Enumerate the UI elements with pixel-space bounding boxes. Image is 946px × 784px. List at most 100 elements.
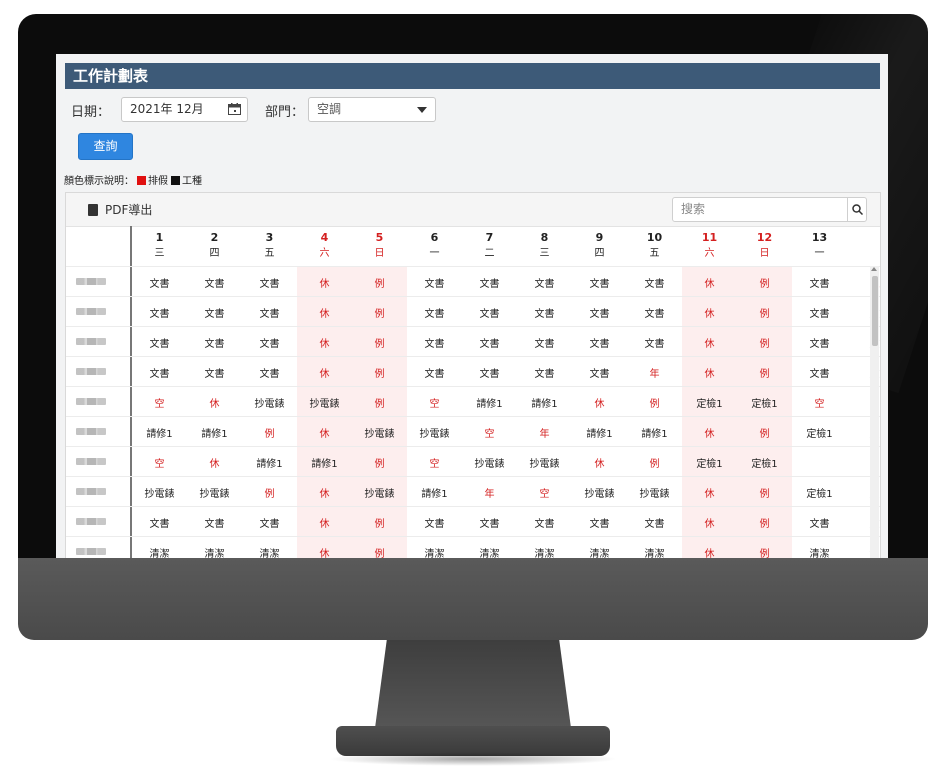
schedule-cell[interactable]: 空 — [132, 395, 187, 410]
schedule-cell[interactable]: 定檢1 — [792, 425, 847, 440]
schedule-cell[interactable]: 例 — [737, 335, 792, 350]
schedule-cell[interactable]: 請修1 — [462, 395, 517, 410]
schedule-cell[interactable]: 文書 — [517, 365, 572, 380]
schedule-cell[interactable]: 請修1 — [517, 395, 572, 410]
schedule-cell[interactable]: 清潔 — [407, 545, 462, 558]
schedule-cell[interactable]: 文書 — [462, 305, 517, 320]
schedule-cell[interactable]: 休 — [297, 485, 352, 500]
schedule-cell[interactable]: 文書 — [132, 305, 187, 320]
schedule-cell[interactable]: 例 — [737, 485, 792, 500]
schedule-cell[interactable]: 文書 — [572, 365, 627, 380]
schedule-cell[interactable]: 文書 — [407, 515, 462, 530]
schedule-cell[interactable]: 請修1 — [132, 425, 187, 440]
schedule-cell[interactable]: 休 — [682, 545, 737, 558]
schedule-cell[interactable]: 抄電錶 — [627, 485, 682, 500]
schedule-cell[interactable]: 文書 — [187, 515, 242, 530]
schedule-cell[interactable]: 例 — [737, 515, 792, 530]
schedule-cell[interactable]: 清潔 — [462, 545, 517, 558]
schedule-cell[interactable]: 文書 — [407, 305, 462, 320]
schedule-cell[interactable]: 例 — [352, 515, 407, 530]
query-button[interactable]: 查詢 — [78, 133, 133, 160]
schedule-cell[interactable]: 文書 — [187, 365, 242, 380]
schedule-cell[interactable]: 定檢1 — [792, 485, 847, 500]
schedule-cell[interactable]: 文書 — [627, 515, 682, 530]
schedule-cell[interactable]: 文書 — [462, 335, 517, 350]
schedule-cell[interactable]: 休 — [682, 275, 737, 290]
schedule-cell[interactable]: 例 — [737, 365, 792, 380]
schedule-cell[interactable]: 文書 — [407, 335, 462, 350]
schedule-cell[interactable]: 例 — [737, 305, 792, 320]
schedule-cell[interactable]: 文書 — [187, 305, 242, 320]
schedule-cell[interactable]: 休 — [572, 395, 627, 410]
schedule-cell[interactable]: 例 — [737, 545, 792, 558]
schedule-cell[interactable]: 年 — [462, 485, 517, 500]
schedule-cell[interactable]: 文書 — [792, 275, 847, 290]
schedule-cell[interactable]: 文書 — [627, 275, 682, 290]
schedule-cell[interactable]: 休 — [297, 545, 352, 558]
schedule-cell[interactable]: 抄電錶 — [297, 395, 352, 410]
scrollbar-thumb[interactable] — [872, 276, 878, 346]
schedule-cell[interactable]: 抄電錶 — [462, 455, 517, 470]
schedule-cell[interactable]: 抄電錶 — [352, 425, 407, 440]
schedule-cell[interactable]: 抄電錶 — [242, 395, 297, 410]
schedule-cell[interactable]: 文書 — [517, 515, 572, 530]
schedule-cell[interactable]: 清潔 — [187, 545, 242, 558]
schedule-cell[interactable]: 例 — [352, 545, 407, 558]
scroll-up-arrow-icon[interactable] — [871, 267, 877, 271]
schedule-cell[interactable]: 空 — [462, 425, 517, 440]
schedule-cell[interactable]: 請修1 — [627, 425, 682, 440]
date-picker-input[interactable]: 2021年 12月 — [121, 97, 248, 122]
schedule-cell[interactable]: 文書 — [132, 335, 187, 350]
schedule-cell[interactable]: 休 — [297, 425, 352, 440]
schedule-cell[interactable]: 清潔 — [132, 545, 187, 558]
schedule-cell[interactable]: 抄電錶 — [407, 425, 462, 440]
schedule-cell[interactable]: 休 — [297, 515, 352, 530]
schedule-cell[interactable]: 清潔 — [572, 545, 627, 558]
search-input[interactable]: 搜索 — [672, 197, 848, 222]
schedule-cell[interactable]: 休 — [297, 305, 352, 320]
schedule-cell[interactable]: 定檢1 — [682, 455, 737, 470]
schedule-cell[interactable]: 文書 — [132, 365, 187, 380]
schedule-cell[interactable]: 例 — [352, 335, 407, 350]
schedule-cell[interactable]: 請修1 — [407, 485, 462, 500]
calendar-icon[interactable] — [228, 103, 241, 115]
schedule-cell[interactable]: 空 — [792, 395, 847, 410]
schedule-cell[interactable]: 文書 — [572, 335, 627, 350]
schedule-cell[interactable]: 休 — [297, 335, 352, 350]
schedule-cell[interactable]: 文書 — [132, 275, 187, 290]
schedule-cell[interactable]: 文書 — [242, 305, 297, 320]
schedule-cell[interactable]: 空 — [407, 395, 462, 410]
schedule-cell[interactable]: 例 — [627, 395, 682, 410]
schedule-cell[interactable]: 休 — [682, 305, 737, 320]
schedule-cell[interactable]: 例 — [737, 275, 792, 290]
schedule-cell[interactable]: 文書 — [627, 335, 682, 350]
schedule-cell[interactable]: 文書 — [627, 305, 682, 320]
schedule-cell[interactable]: 例 — [352, 365, 407, 380]
schedule-cell[interactable]: 休 — [297, 275, 352, 290]
schedule-cell[interactable]: 例 — [242, 485, 297, 500]
schedule-cell[interactable]: 空 — [517, 485, 572, 500]
schedule-cell[interactable]: 休 — [297, 365, 352, 380]
schedule-cell[interactable]: 請修1 — [187, 425, 242, 440]
schedule-cell[interactable]: 例 — [352, 395, 407, 410]
schedule-cell[interactable]: 文書 — [242, 275, 297, 290]
schedule-cell[interactable]: 文書 — [792, 305, 847, 320]
schedule-cell[interactable]: 抄電錶 — [517, 455, 572, 470]
schedule-cell[interactable]: 抄電錶 — [572, 485, 627, 500]
schedule-cell[interactable]: 休 — [682, 485, 737, 500]
schedule-cell[interactable]: 休 — [682, 425, 737, 440]
schedule-cell[interactable]: 文書 — [187, 335, 242, 350]
schedule-cell[interactable]: 休 — [682, 365, 737, 380]
schedule-cell[interactable]: 定檢1 — [737, 455, 792, 470]
schedule-cell[interactable]: 文書 — [792, 335, 847, 350]
schedule-cell[interactable]: 清潔 — [792, 545, 847, 558]
schedule-cell[interactable]: 文書 — [462, 365, 517, 380]
schedule-cell[interactable]: 抄電錶 — [132, 485, 187, 500]
schedule-cell[interactable]: 文書 — [462, 515, 517, 530]
schedule-cell[interactable]: 文書 — [242, 515, 297, 530]
schedule-cell[interactable]: 例 — [627, 455, 682, 470]
schedule-cell[interactable]: 休 — [682, 515, 737, 530]
schedule-cell[interactable]: 清潔 — [517, 545, 572, 558]
schedule-cell[interactable]: 年 — [517, 425, 572, 440]
schedule-cell[interactable]: 空 — [407, 455, 462, 470]
